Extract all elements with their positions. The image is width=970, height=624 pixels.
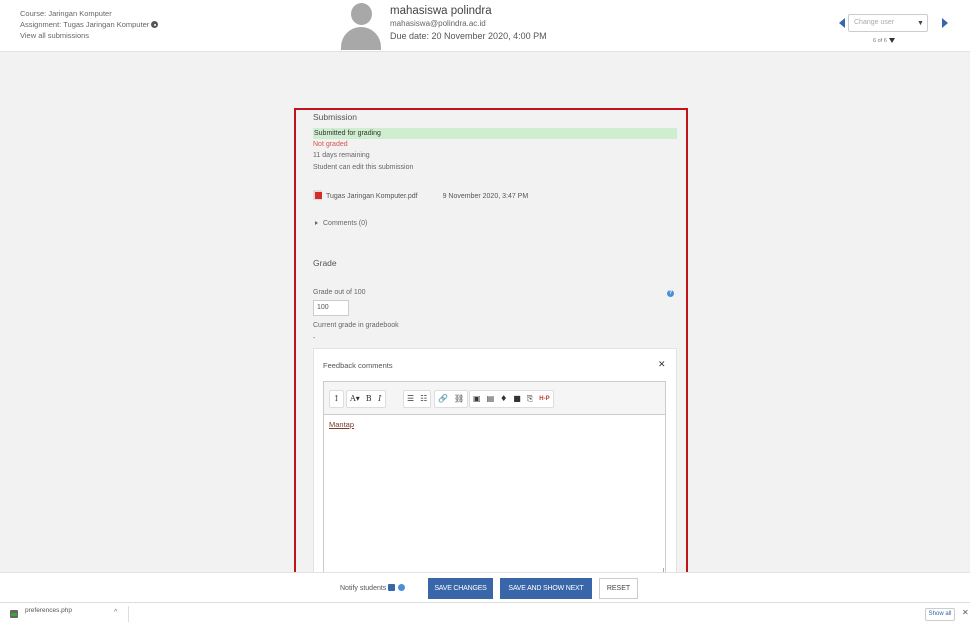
avatar: [340, 3, 382, 50]
grade-label: Grade out of 100: [313, 289, 366, 296]
course-info: Course: Jaringan Komputer Assignment: Tu…: [20, 8, 159, 41]
due-date: Due date: 20 November 2020, 4:00 PM: [390, 31, 547, 41]
chevron-up-icon[interactable]: ^: [114, 609, 117, 616]
comments-label: Comments (0): [323, 220, 368, 227]
comments-toggle[interactable]: Comments (0): [315, 220, 367, 227]
notify-students: Notify students: [340, 584, 406, 592]
help-icon[interactable]: [398, 584, 406, 591]
feedback-label: Feedback comments: [323, 361, 393, 370]
caret-right-icon: [315, 221, 318, 225]
feedback-panel: Feedback comments ✕ ↕ A▾ B I ☰ ☷ 🔗 ⛓ ▣ ▤…: [313, 348, 677, 587]
reset-button[interactable]: RESET: [599, 578, 638, 599]
feedback-editor[interactable]: Mantap: [323, 414, 666, 576]
user-count: 6 of 6: [873, 38, 895, 44]
filter-icon[interactable]: [888, 38, 895, 43]
close-icon[interactable]: ✕: [962, 608, 969, 617]
numbered-list-button[interactable]: ☷: [417, 391, 430, 407]
highlight-frame: Submission Submitted for grading Not gra…: [294, 108, 688, 607]
paragraph-style-button[interactable]: A▾: [347, 391, 363, 407]
record-audio-button[interactable]: ♦: [497, 391, 510, 407]
image-button[interactable]: ▣: [470, 391, 484, 407]
downloads-bar: preferences.php ^ Show all ✕: [0, 602, 970, 624]
action-bar: Notify students SAVE CHANGES SAVE AND SH…: [0, 572, 970, 602]
feedback-text[interactable]: Mantap: [329, 420, 354, 429]
file-icon: [10, 610, 18, 618]
notify-label: Notify students: [340, 585, 387, 592]
notify-checkbox[interactable]: [388, 584, 396, 591]
italic-button[interactable]: I: [375, 391, 385, 407]
save-changes-button[interactable]: SAVE CHANGES: [428, 578, 493, 599]
media-button[interactable]: ▤: [484, 391, 498, 407]
file-link[interactable]: Tugas Jaringan Komputer.pdf: [326, 193, 418, 200]
help-icon[interactable]: ?: [667, 290, 674, 297]
link-button[interactable]: 🔗: [435, 391, 451, 407]
bold-button[interactable]: B: [363, 391, 375, 407]
submitted-file: Tugas Jaringan Komputer.pdf 9 November 20…: [313, 190, 528, 200]
user-email: mahasiswa@polindra.ac.id: [390, 19, 486, 28]
submission-heading: Submission: [313, 112, 357, 122]
previous-user-icon[interactable]: [839, 18, 845, 28]
bullet-list-button[interactable]: ☰: [404, 391, 417, 407]
file-date: 9 November 2020, 3:47 PM: [442, 193, 529, 200]
toolbar-toggle-button[interactable]: ↕: [330, 391, 343, 407]
time-remaining: 11 days remaining: [313, 152, 370, 159]
assignment-link[interactable]: Assignment: Tugas Jaringan Komputer: [20, 20, 149, 29]
grade-heading: Grade: [313, 258, 337, 268]
user-name[interactable]: mahasiswa polindra: [390, 5, 547, 18]
gradebook-label: Current grade in gradebook: [313, 322, 399, 329]
change-user-placeholder: Change user: [854, 19, 895, 26]
grade-input[interactable]: 100: [313, 300, 349, 316]
fullscreen-icon[interactable]: ✕: [658, 359, 666, 370]
course-link[interactable]: Course: Jaringan Komputer: [20, 9, 112, 18]
grading-status: Not graded: [313, 141, 348, 148]
pdf-file-icon: [313, 190, 322, 200]
settings-icon[interactable]: [151, 21, 159, 28]
chevron-down-icon: ▼: [917, 20, 924, 27]
next-user-icon[interactable]: [942, 18, 948, 28]
h5p-button[interactable]: H-P: [536, 391, 552, 407]
main-area: Submission Submitted for grading Not gra…: [0, 52, 970, 607]
view-all-submissions-link[interactable]: View all submissions: [20, 31, 89, 40]
save-and-show-next-button[interactable]: SAVE AND SHOW NEXT: [500, 578, 592, 599]
show-all-button[interactable]: Show all: [925, 608, 955, 621]
edit-status: Student can edit this submission: [313, 164, 414, 171]
download-file-name[interactable]: preferences.php: [25, 607, 72, 614]
page-header: Course: Jaringan Komputer Assignment: Tu…: [0, 0, 970, 52]
gradebook-value: -: [313, 335, 316, 342]
change-user-select[interactable]: Change user ▼: [848, 14, 928, 32]
user-info: mahasiswa polindra mahasiswa@polindra.ac…: [390, 5, 547, 43]
unlink-button[interactable]: ⛓: [451, 391, 467, 407]
manage-files-button[interactable]: ⎘: [524, 391, 536, 407]
editor-toolbar: ↕ A▾ B I ☰ ☷ 🔗 ⛓ ▣ ▤ ♦ ■ ⎘ H-P: [323, 381, 666, 414]
record-video-button[interactable]: ■: [510, 391, 524, 407]
submission-status: Submitted for grading: [313, 128, 677, 139]
